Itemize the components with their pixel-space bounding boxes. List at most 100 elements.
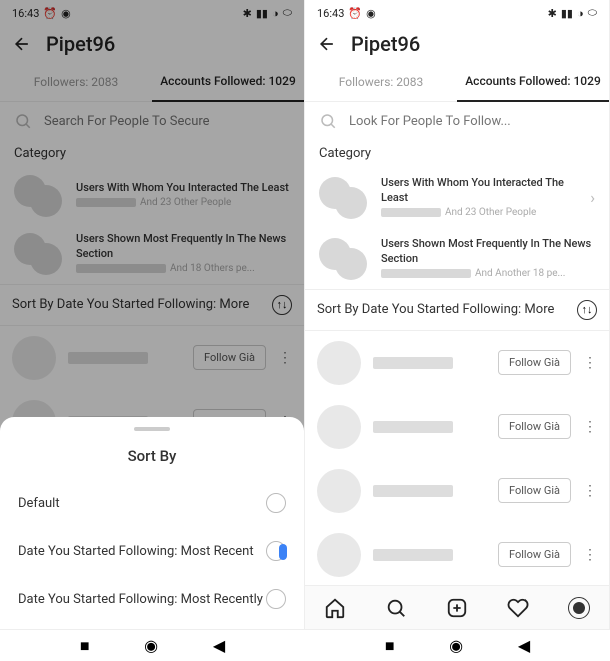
avatar-stack xyxy=(319,238,371,278)
avatar[interactable] xyxy=(12,336,56,380)
screen-right: 16:43 ⏰ ◉ ✱ ▮▮ ◑ ⬭ Pipet96 Followers: 20… xyxy=(305,0,610,629)
follow-button[interactable]: Follow Già xyxy=(498,414,571,439)
status-time: 16:43 xyxy=(317,7,344,20)
search-input[interactable] xyxy=(44,114,290,129)
sort-row[interactable]: Sort By Date You Started Following: More… xyxy=(305,289,609,331)
search-row[interactable] xyxy=(305,102,609,140)
placeholder-bar xyxy=(76,198,136,207)
status-bar: 16:43 ⏰ ◉ ✱ ▮▮ ◑ ⬭ xyxy=(305,0,609,26)
option-label: Date You Started Following: Most Recent xyxy=(18,544,254,559)
home-icon[interactable] xyxy=(323,596,347,620)
sort-icon[interactable]: ↑↓ xyxy=(272,295,292,315)
alarm-icon: ⏰ xyxy=(348,7,362,20)
category-label: Category xyxy=(0,140,304,167)
more-icon[interactable]: ⋮ xyxy=(583,356,597,370)
search-icon[interactable] xyxy=(384,596,408,620)
avatar-stack xyxy=(14,175,66,215)
back-button-icon[interactable]: ◀ xyxy=(518,636,530,655)
signal-icon: ▮▮ xyxy=(561,7,573,20)
category-sub: And 23 Other People xyxy=(445,206,536,220)
placeholder-bar xyxy=(381,269,471,278)
avatar[interactable] xyxy=(317,533,361,577)
battery-icon: ⬭ xyxy=(588,6,597,20)
radio-icon[interactable] xyxy=(266,589,286,609)
back-button-icon[interactable]: ◀ xyxy=(213,636,225,655)
header: Pipet96 xyxy=(305,26,609,62)
placeholder-bar xyxy=(381,208,441,217)
recent-apps-icon[interactable]: ■ xyxy=(80,636,90,656)
category-item-least[interactable]: Users With Whom You Interacted The Least… xyxy=(0,167,304,223)
placeholder-bar xyxy=(68,352,148,364)
home-button-icon[interactable]: ◉ xyxy=(449,636,463,655)
system-nav: ■ ◉ ◀ ■ ◉ ◀ xyxy=(0,629,610,661)
home-button-icon[interactable]: ◉ xyxy=(144,636,158,655)
follow-button[interactable]: Follow Già xyxy=(498,542,571,567)
category-item-frequent[interactable]: Users Shown Most Frequently In The News … xyxy=(0,223,304,284)
tab-followers[interactable]: Followers: 2083 xyxy=(0,62,152,102)
category-title: Users With Whom You Interacted The Least xyxy=(76,180,290,195)
follow-button[interactable]: Follow Già xyxy=(193,345,266,370)
pin-icon: ◉ xyxy=(61,7,71,20)
category-sub: And 18 Others pe... xyxy=(170,262,255,276)
more-icon[interactable]: ⋮ xyxy=(278,351,292,365)
sort-text: Sort By Date You Started Following: More xyxy=(12,297,249,312)
sort-icon[interactable]: ↑↓ xyxy=(577,300,597,320)
screen-left: 16:43 ⏰ ◉ ✱ ▮▮ ◑ ⬭ Pipet96 Followers: 20… xyxy=(0,0,305,629)
page-title: Pipet96 xyxy=(351,32,420,56)
sheet-title: Sort By xyxy=(0,441,304,479)
pin-icon: ◉ xyxy=(366,7,376,20)
avatar[interactable] xyxy=(317,341,361,385)
tabs: Followers: 2083 Accounts Followed: 1029 xyxy=(0,62,304,102)
avatar[interactable] xyxy=(317,405,361,449)
sheet-option-default[interactable]: Default xyxy=(0,479,304,527)
more-icon[interactable]: ⋮ xyxy=(583,548,597,562)
tab-followers[interactable]: Followers: 2083 xyxy=(305,62,457,102)
placeholder-bar xyxy=(373,485,453,497)
placeholder-bar xyxy=(373,357,453,369)
radio-icon[interactable] xyxy=(266,493,286,513)
search-icon xyxy=(14,112,32,130)
more-icon[interactable]: ⋮ xyxy=(583,484,597,498)
tab-following[interactable]: Accounts Followed: 1029 xyxy=(152,62,304,102)
heart-icon[interactable] xyxy=(506,596,530,620)
profile-icon[interactable] xyxy=(567,596,591,620)
avatar-stack xyxy=(319,177,371,217)
radio-icon[interactable] xyxy=(266,541,286,561)
avatar[interactable] xyxy=(317,469,361,513)
status-time: 16:43 xyxy=(12,7,39,20)
sheet-option-recently[interactable]: Date You Started Following: Most Recentl… xyxy=(0,575,304,623)
chevron-right-icon: › xyxy=(590,188,595,207)
search-input[interactable] xyxy=(349,114,595,129)
add-icon[interactable] xyxy=(445,596,469,620)
sort-row[interactable]: Sort By Date You Started Following: More… xyxy=(0,284,304,326)
placeholder-bar xyxy=(373,549,453,561)
search-row[interactable] xyxy=(0,102,304,140)
category-item-frequent[interactable]: Users Shown Most Frequently In The News … xyxy=(305,228,609,289)
category-sub: And 23 Other People xyxy=(140,196,231,210)
category-label: Category xyxy=(305,140,609,167)
wifi-icon: ◑ xyxy=(272,7,279,20)
bottom-nav xyxy=(305,585,609,629)
back-icon[interactable] xyxy=(317,34,337,54)
placeholder-bar xyxy=(373,421,453,433)
more-icon[interactable]: ⋮ xyxy=(583,420,597,434)
bluetooth-icon: ✱ xyxy=(243,7,252,20)
search-icon xyxy=(319,112,337,130)
category-item-least[interactable]: Users With Whom You Interacted The Least… xyxy=(305,167,609,228)
follow-button[interactable]: Follow Già xyxy=(498,478,571,503)
category-title: Users Shown Most Frequently In The News … xyxy=(381,236,595,267)
sheet-handle[interactable] xyxy=(134,427,170,431)
category-title: Users With Whom You Interacted The Least xyxy=(381,175,580,206)
back-icon[interactable] xyxy=(12,34,32,54)
follow-button[interactable]: Follow Già xyxy=(498,350,571,375)
recent-apps-icon[interactable]: ■ xyxy=(385,636,395,656)
page-title: Pipet96 xyxy=(46,32,115,56)
sort-text: Sort By Date You Started Following: More xyxy=(317,302,554,317)
signal-icon: ▮▮ xyxy=(256,7,268,20)
wifi-icon: ◑ xyxy=(577,7,584,20)
sheet-option-recent[interactable]: Date You Started Following: Most Recent xyxy=(0,527,304,575)
sort-bottom-sheet: Sort By Default Date You Started Followi… xyxy=(0,417,304,629)
category-title: Users Shown Most Frequently In The News … xyxy=(76,231,290,262)
tab-following[interactable]: Accounts Followed: 1029 xyxy=(457,62,609,102)
follow-row: Follow Già ⋮ xyxy=(305,459,609,523)
